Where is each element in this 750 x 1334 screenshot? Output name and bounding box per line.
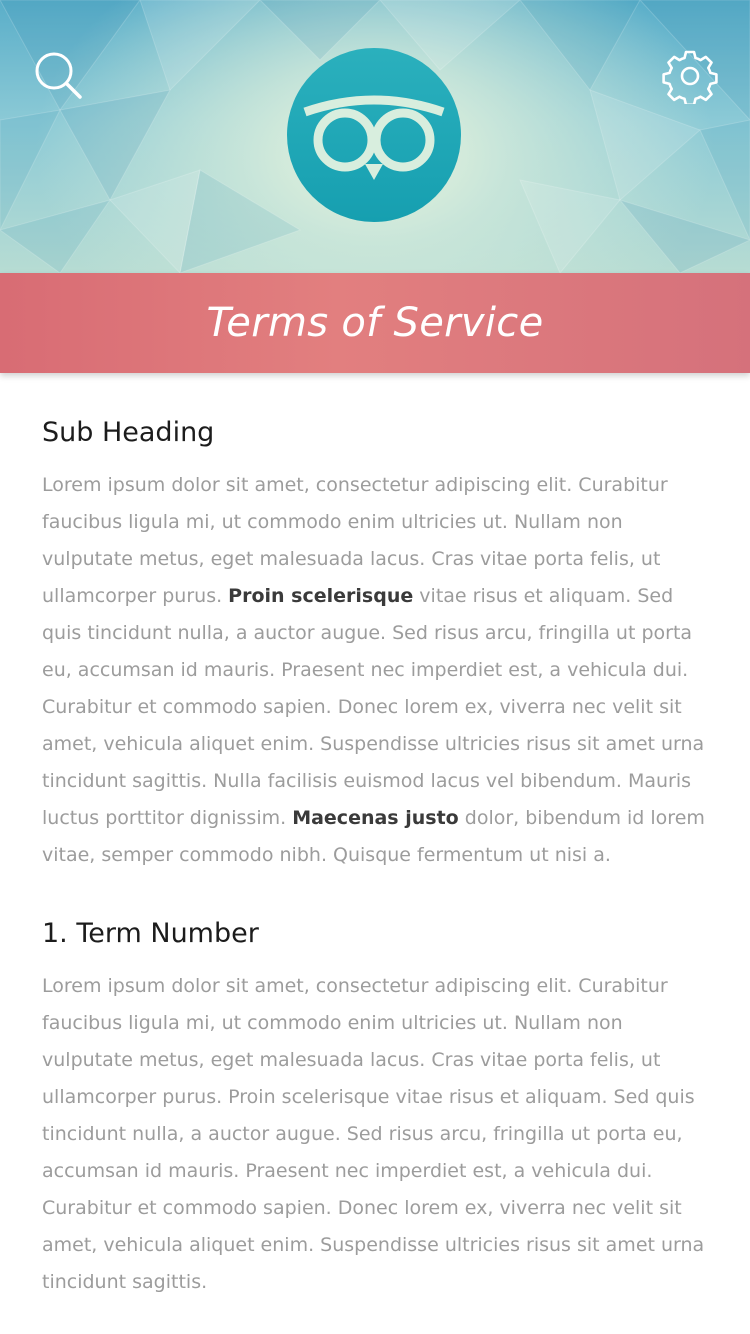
section-heading: Sub Heading: [42, 417, 215, 448]
gear-icon: [662, 50, 718, 107]
header-banner: [0, 0, 750, 273]
bold-phrase: Maecenas justo: [292, 807, 459, 829]
settings-button[interactable]: [662, 48, 718, 107]
search-icon: [35, 52, 82, 99]
title-banner: Terms of Service: [0, 273, 750, 373]
paragraph-text: vitae risus et aliquam. Sed quis tincidu…: [42, 585, 705, 829]
bold-phrase: Proin scelerisque: [228, 585, 414, 607]
term-paragraph: Lorem ipsum dolor sit amet, consectetur …: [42, 975, 705, 1293]
terms-content: Sub Heading Lorem ipsum dolor sit amet, …: [42, 373, 714, 1301]
term-heading: 1. Term Number: [42, 918, 259, 949]
page-title: Terms of Service: [206, 300, 544, 346]
section-paragraph: Lorem ipsum dolor sit amet, consectetur …: [42, 467, 714, 874]
owl-logo-icon: [287, 48, 461, 222]
search-button[interactable]: [30, 48, 86, 104]
